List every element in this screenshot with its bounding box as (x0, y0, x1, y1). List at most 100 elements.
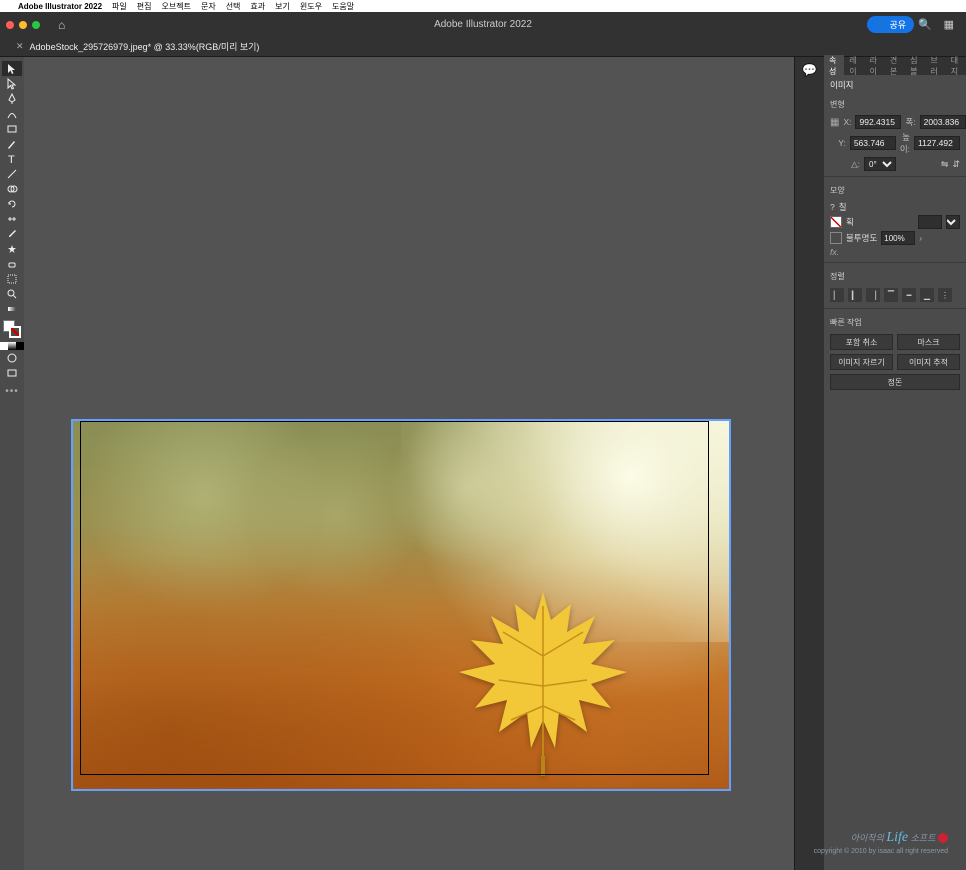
wm-text-life: Life (886, 830, 908, 845)
menu-effect[interactable]: 효과 (250, 1, 265, 12)
search-icon[interactable]: 🔍 (918, 18, 932, 31)
fill-unknown-icon: ? (830, 202, 835, 212)
menu-edit[interactable]: 편집 (137, 1, 152, 12)
opacity-flyout-icon[interactable]: › (919, 233, 922, 243)
menu-object[interactable]: 오브젝트 (162, 1, 191, 12)
menu-help[interactable]: 도움말 (332, 1, 354, 12)
tab-brushes[interactable]: 브러 (925, 55, 945, 77)
panel-tabs: 속성 레이 라이 견본 심볼 브러 대지 (824, 57, 966, 75)
wm-text-a: 아이작의 (851, 833, 887, 843)
align-vcenter-button[interactable]: ━ (902, 288, 916, 302)
menu-view[interactable]: 보기 (275, 1, 290, 12)
unembed-button[interactable]: 포함 취소 (830, 334, 893, 350)
align-top-button[interactable]: ▔ (884, 288, 898, 302)
artboard-tool[interactable] (2, 271, 22, 286)
tab-artboards[interactable]: 대지 (946, 55, 966, 77)
align-bottom-button[interactable]: ▁ (920, 288, 934, 302)
app-titlebar: ⌂ Adobe Illustrator 2022 👤 공유 🔍 ▦ (0, 12, 966, 37)
color-normal[interactable] (0, 342, 8, 350)
window-close-button[interactable] (6, 21, 14, 29)
menu-type[interactable]: 문자 (201, 1, 216, 12)
direct-selection-tool[interactable] (2, 76, 22, 91)
rotate-tool[interactable] (2, 196, 22, 211)
tab-symbols[interactable]: 심볼 (905, 55, 925, 77)
wm-text-c: 소프트 (908, 833, 935, 843)
color-none[interactable] (16, 342, 24, 350)
share-label: 공유 (889, 18, 906, 31)
fill-label: 칠 (839, 201, 847, 213)
stroke-swatch[interactable] (9, 326, 21, 338)
symbol-sprayer-tool[interactable] (2, 241, 22, 256)
paintbrush-tool[interactable] (2, 136, 22, 151)
tab-properties[interactable]: 속성 (824, 55, 844, 77)
type-tool[interactable]: T (2, 151, 22, 166)
fx-label[interactable]: fx. (830, 247, 839, 257)
rotation-input[interactable]: 0° (864, 157, 896, 171)
opacity-label: 불투명도 (846, 232, 877, 244)
tab-swatches[interactable]: 견본 (885, 55, 905, 77)
edit-toolbar-button[interactable]: ••• (5, 386, 19, 397)
color-gradient[interactable] (8, 342, 16, 350)
distribute-button[interactable]: ⋮ (938, 288, 952, 302)
y-input[interactable] (850, 136, 896, 150)
properties-panel: 속성 레이 라이 견본 심볼 브러 대지 이미지 변형 ▦ X: 폭: Y: 높… (824, 57, 966, 870)
artboard-selection[interactable] (71, 419, 731, 791)
screen-mode-tool[interactable] (2, 365, 22, 380)
stroke-profile-select[interactable] (946, 215, 960, 229)
eraser-tool[interactable] (2, 256, 22, 271)
tab-layers[interactable]: 레이 (844, 55, 864, 77)
window-minimize-button[interactable] (19, 21, 27, 29)
line-tool[interactable] (2, 166, 22, 181)
workspace-switcher-icon[interactable]: ▦ (944, 18, 954, 31)
opacity-swatch-icon[interactable] (830, 232, 842, 244)
reference-point-icon[interactable]: ▦ (830, 117, 839, 128)
eyedropper-tool[interactable] (2, 226, 22, 241)
opacity-input[interactable] (881, 231, 915, 245)
width-input[interactable] (920, 115, 966, 129)
x-input[interactable] (855, 115, 901, 129)
shape-builder-tool[interactable] (2, 181, 22, 196)
selection-type-label: 이미지 (824, 75, 966, 95)
stroke-color-swatch[interactable] (830, 216, 842, 228)
menu-window[interactable]: 윈도우 (300, 1, 322, 12)
tab-close-icon[interactable]: ✕ (16, 41, 24, 52)
image-trace-button[interactable]: 이미지 추적 (897, 354, 960, 370)
crop-frame[interactable] (80, 421, 709, 775)
flip-vertical-icon[interactable]: ⇵ (952, 159, 960, 170)
comments-icon[interactable]: 💬 (802, 63, 817, 77)
document-tab[interactable]: ✕ AdobeStock_295726979.jpeg* @ 33.33%(RG… (6, 40, 269, 53)
quick-actions-label: 빠른 작업 (824, 313, 966, 332)
workspace: T ••• (0, 57, 966, 870)
svg-text:T: T (8, 154, 15, 165)
color-mode-row[interactable] (0, 342, 24, 350)
appearance-section-label: 모양 (824, 181, 966, 200)
share-button[interactable]: 👤 공유 (867, 16, 914, 33)
wm-dot-icon (938, 833, 948, 843)
curvature-tool[interactable] (2, 106, 22, 121)
zoom-tool[interactable] (2, 286, 22, 301)
width-tool[interactable] (2, 211, 22, 226)
stroke-weight-input[interactable] (918, 215, 942, 229)
selection-tool[interactable] (2, 61, 22, 76)
app-name[interactable]: Adobe Illustrator 2022 (18, 2, 102, 11)
menu-file[interactable]: 파일 (112, 1, 127, 12)
crop-image-button[interactable]: 이미지 자르기 (830, 354, 893, 370)
height-input[interactable] (914, 136, 960, 150)
rectangle-tool[interactable] (2, 121, 22, 136)
gradient-tool[interactable] (2, 301, 22, 316)
draw-mode-tool[interactable] (2, 350, 22, 365)
canvas[interactable] (24, 57, 794, 870)
window-maximize-button[interactable] (32, 21, 40, 29)
home-icon[interactable]: ⌂ (58, 18, 65, 32)
align-hcenter-button[interactable]: ▎ (848, 288, 862, 302)
fill-stroke-swatch[interactable] (3, 320, 21, 338)
menu-select[interactable]: 선택 (226, 1, 241, 12)
mask-button[interactable]: 마스크 (897, 334, 960, 350)
align-left-button[interactable]: ▏ (830, 288, 844, 302)
arrange-button[interactable]: 정돈 (830, 374, 960, 390)
macos-menubar: Adobe Illustrator 2022 파일 편집 오브젝트 문자 선택 … (0, 0, 966, 12)
flip-horizontal-icon[interactable]: ⇋ (941, 159, 949, 170)
tab-libraries[interactable]: 라이 (865, 55, 885, 77)
align-right-button[interactable]: ▕ (866, 288, 880, 302)
pen-tool[interactable] (2, 91, 22, 106)
